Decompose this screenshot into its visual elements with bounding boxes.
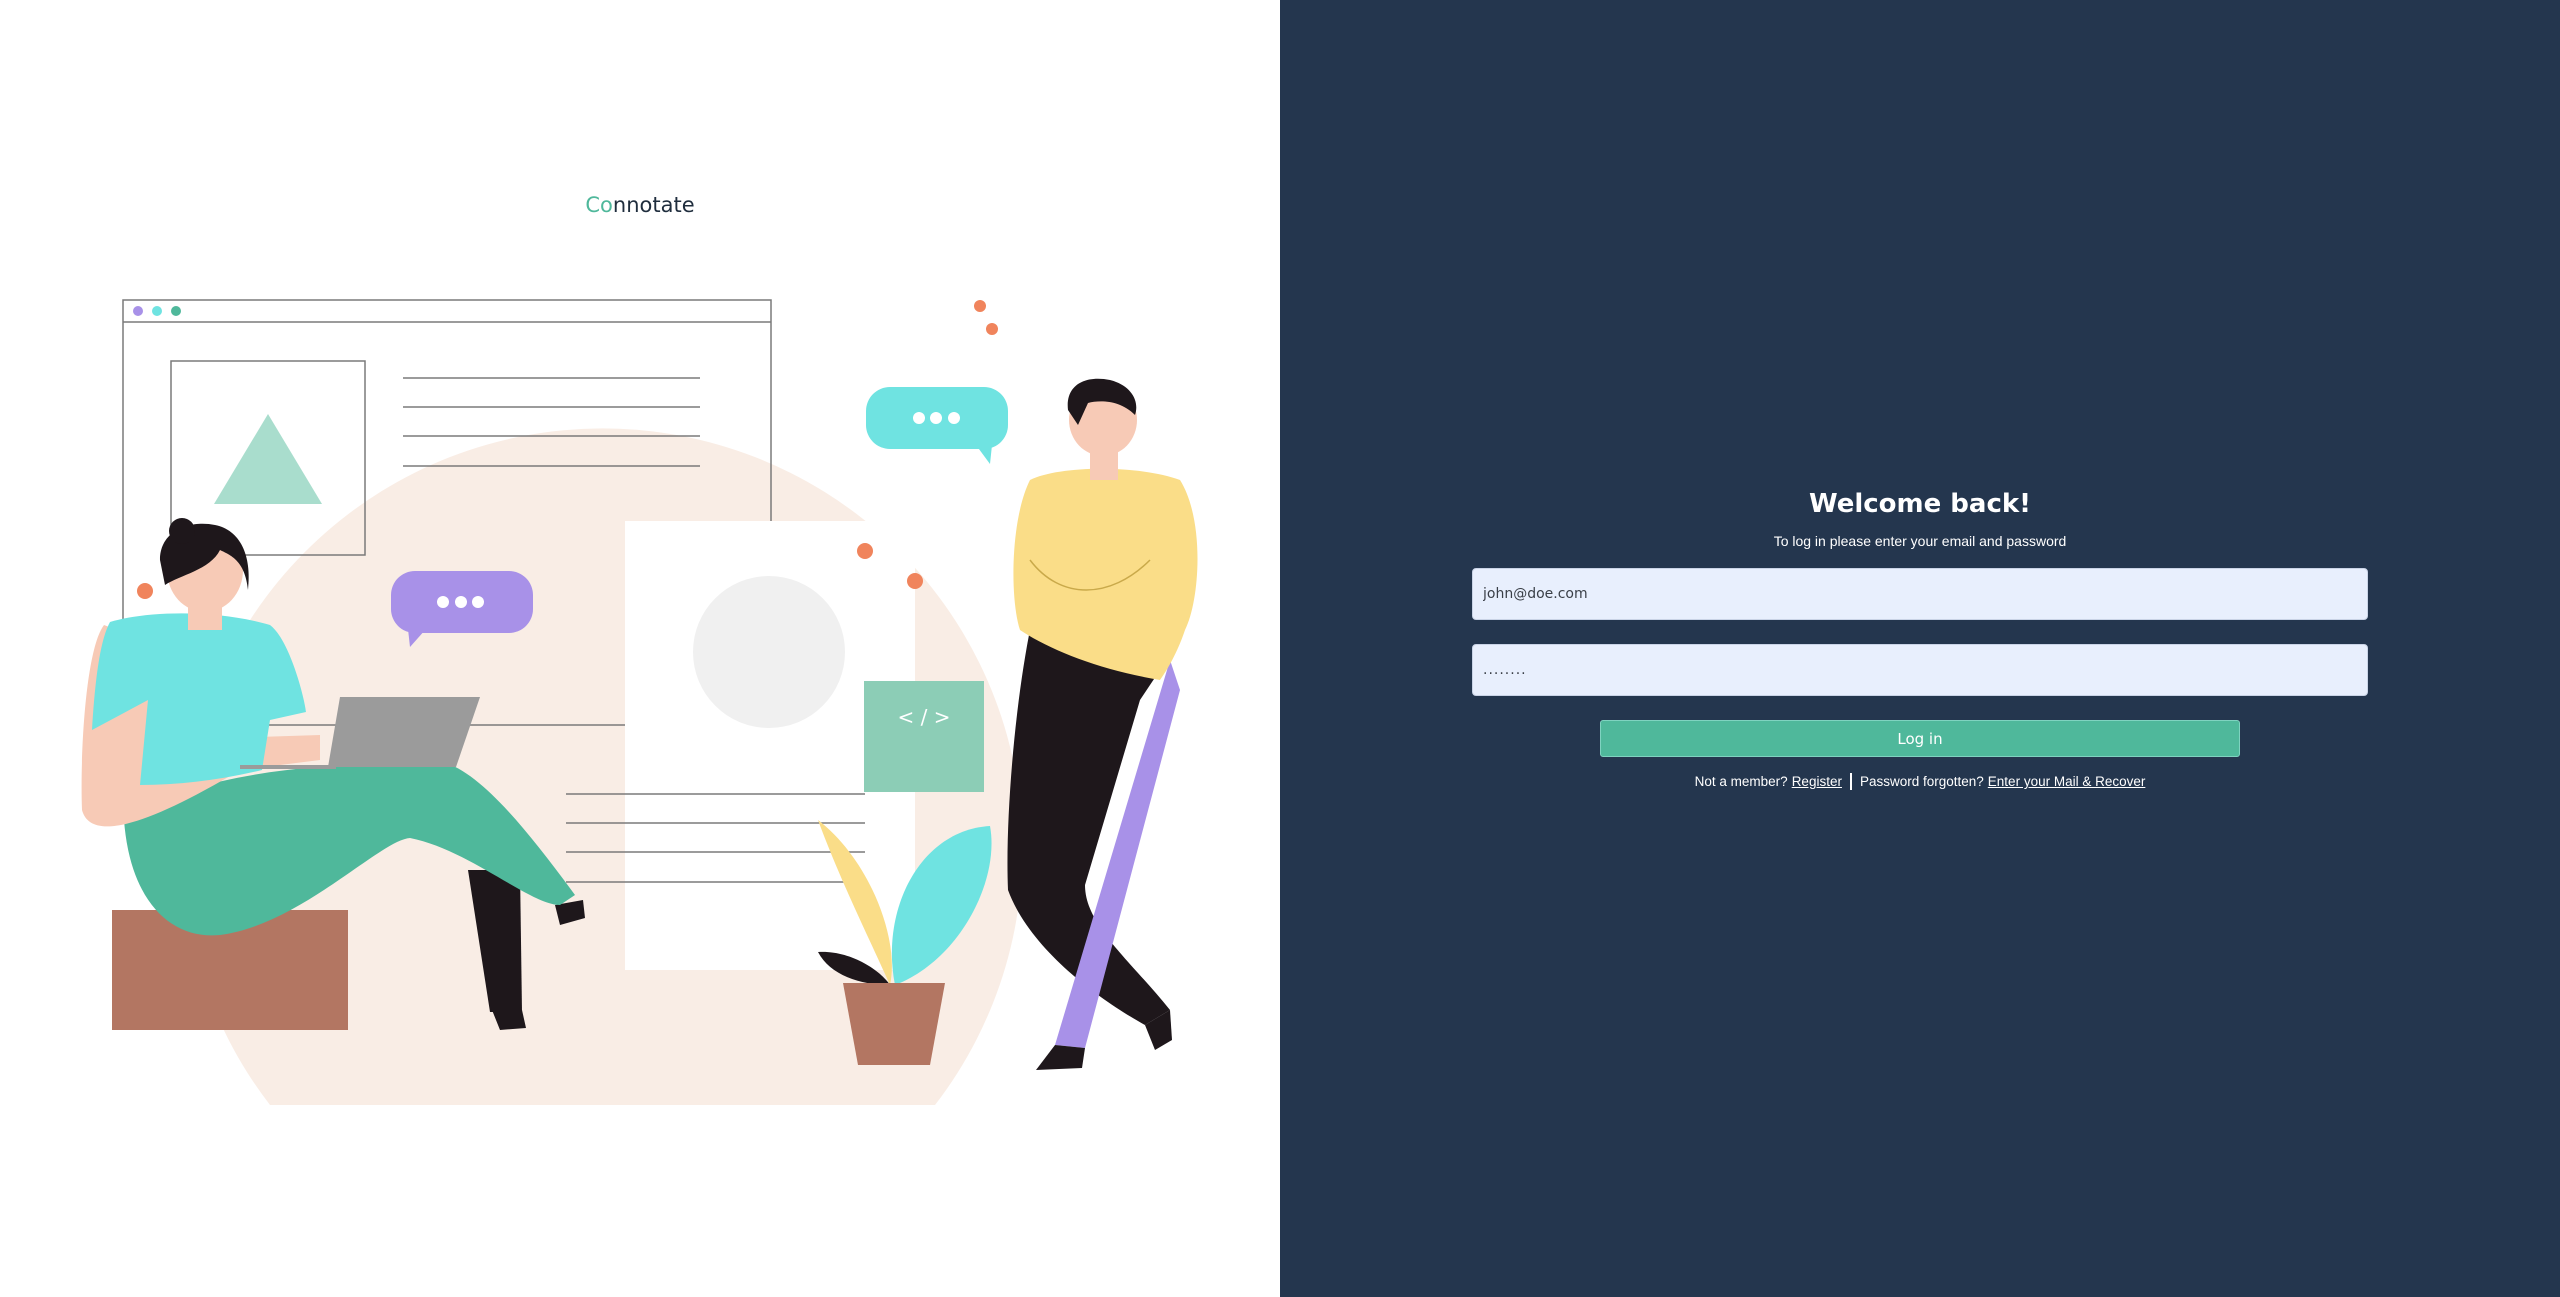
password-forgotten-text: Password forgotten?	[1859, 774, 1984, 789]
login-form: Welcome back! To log in please enter you…	[1472, 486, 2368, 790]
login-illustration: < / >	[81, 299, 1198, 1105]
welcome-heading: Welcome back!	[1808, 489, 2032, 519]
link-divider	[1849, 773, 1852, 790]
email-field[interactable]	[1472, 568, 2368, 620]
illustration-panel: Connotate < / >	[0, 0, 1280, 1297]
chat-bubble-icon	[866, 387, 1008, 464]
login-panel: Welcome back! To log in please enter you…	[1280, 0, 2560, 1297]
login-button[interactable]: Log in	[1600, 720, 2240, 757]
code-tag-label: < / >	[898, 705, 951, 729]
account-links: Not a member? Register Password forgotte…	[1694, 773, 2146, 790]
password-field[interactable]	[1472, 644, 2368, 696]
standing-person-figure	[1007, 378, 1198, 1070]
login-subtitle: To log in please enter your email and pa…	[1773, 533, 2067, 549]
register-link[interactable]: Register	[1792, 774, 1842, 789]
recover-link[interactable]: Enter your Mail & Recover	[1988, 774, 2146, 789]
code-icon: < / >	[864, 681, 984, 792]
not-member-text: Not a member?	[1694, 774, 1788, 789]
